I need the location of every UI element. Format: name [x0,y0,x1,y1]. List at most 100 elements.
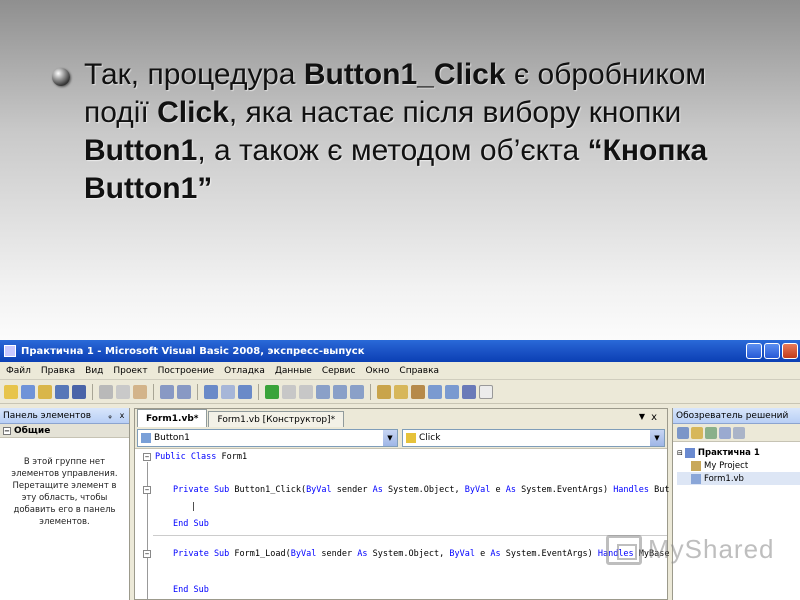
collapse-icon[interactable]: − [143,550,151,558]
paste-icon[interactable] [133,384,147,399]
toolbox-group-general[interactable]: − Общие [0,424,129,438]
menu-build[interactable]: Построение [158,366,215,376]
menu-help[interactable]: Справка [399,366,439,376]
object-combo-value: Button1 [154,432,190,443]
toolbox-icon[interactable] [411,384,425,399]
tree-item-my-project[interactable]: My Project [677,459,800,472]
start-page-icon[interactable] [462,384,476,399]
new-project-icon[interactable] [4,384,18,399]
code-line: End Sub [173,519,209,529]
toolbar [0,380,800,404]
button-icon [141,432,151,443]
step-into-icon[interactable] [316,384,330,399]
chevron-down-icon[interactable]: ▼ [383,429,397,446]
solution-toolbar [673,424,800,442]
watermark-logo: MyShared [606,534,775,565]
refresh-icon[interactable] [705,426,717,439]
code-line: Public Class Form1 [155,452,248,462]
code-line: Private Sub Form1_Load(ByVal sender As S… [173,549,670,559]
document-tabs: Form1.vb* Form1.vb [Конструктор]* ▼ x [135,409,667,427]
close-tab-icon[interactable]: x [651,412,657,423]
maximize-button[interactable] [764,343,780,359]
save-all-icon[interactable] [72,384,86,399]
app-icon [4,345,16,357]
start-debug-icon[interactable] [265,384,279,399]
solution-explorer-icon[interactable] [377,384,391,399]
tree-item-label: Практична 1 [697,447,760,458]
event-combo[interactable]: Click ▼ [402,428,665,447]
solution-explorer-panel: Обозреватель решений ⊟ Практична 1 My Pr… [672,408,800,600]
save-icon[interactable] [55,384,69,399]
view-code-icon[interactable] [719,426,731,439]
view-designer-icon[interactable] [733,426,745,439]
solution-explorer-title: Обозреватель решений [676,410,789,421]
menu-window[interactable]: Окно [365,366,389,376]
redo-icon[interactable] [221,384,235,399]
uncomment-icon[interactable] [177,384,191,399]
menu-debug[interactable]: Отладка [224,366,265,376]
menu-file[interactable]: Файл [6,366,31,376]
pin-icon[interactable]: ᵩ [105,411,115,421]
undo-icon[interactable] [204,384,218,399]
collapse-icon[interactable]: − [143,486,151,494]
open-file-icon[interactable] [38,384,52,399]
event-icon [406,432,416,443]
collapse-icon[interactable]: ⊟ [677,449,683,457]
close-button[interactable] [782,343,798,359]
bold-seg: Click [157,96,229,129]
menu-bar: Файл Правка Вид Проект Построение Отладк… [0,362,800,380]
tab-list-icon[interactable]: ▼ [639,412,645,421]
chevron-down-icon[interactable]: ▼ [650,429,664,446]
add-item-icon[interactable] [21,384,35,399]
menu-view[interactable]: Вид [85,366,103,376]
cut-icon[interactable] [99,384,113,399]
stop-icon[interactable] [299,384,313,399]
tab-form1-code[interactable]: Form1.vb* [137,409,208,427]
toolbar-separator [258,383,259,400]
code-line: Private Sub Button1_Click(ByVal sender A… [173,485,670,495]
event-combo-value: Click [419,432,441,443]
tree-item-form1[interactable]: Form1.vb [677,472,800,485]
show-all-files-icon[interactable] [691,426,703,439]
text-seg: , яка настає після вибору кнопки [228,96,682,129]
toolbar-separator [153,383,154,400]
copy-icon[interactable] [116,384,130,399]
toolbar-overflow-icon[interactable] [479,384,493,399]
step-over-icon[interactable] [333,384,347,399]
object-combo[interactable]: Button1 ▼ [137,428,398,447]
window-title: Практична 1 - Microsoft Visual Basic 200… [21,345,365,357]
error-list-icon[interactable] [445,384,459,399]
bullet-icon [52,68,70,86]
toolbox-panel: Панель элементов ᵩ x − Общие В этой груп… [0,408,130,600]
title-bar[interactable]: Практична 1 - Microsoft Visual Basic 200… [0,340,800,362]
bold-seg: Button1_Click [303,58,506,91]
collapse-icon[interactable]: − [3,426,11,435]
close-icon[interactable]: x [117,411,127,421]
form-icon [691,473,701,484]
code-area[interactable]: − Public Class Form1 − Private Sub Butto… [135,449,670,600]
method-separator [153,535,667,536]
collapse-icon[interactable]: − [143,453,151,461]
properties-icon[interactable] [394,384,408,399]
properties-icon[interactable] [677,426,689,439]
toolbox-empty-message: В этой группе нет элементов управления. … [11,457,118,527]
code-line: End Sub [173,585,209,595]
pause-icon[interactable] [282,384,296,399]
step-out-icon[interactable] [350,384,364,399]
slide-bullet: Так, процедура Button1_Click є обробнико… [52,56,772,208]
navigate-icon[interactable] [238,384,252,399]
menu-project[interactable]: Проект [113,366,147,376]
object-browser-icon[interactable] [428,384,442,399]
group-label: Общие [14,425,51,436]
menu-edit[interactable]: Правка [41,366,75,376]
tree-item-project[interactable]: ⊟ Практична 1 [677,446,800,459]
toolbar-separator [197,383,198,400]
tree-item-label: My Project [704,460,749,471]
menu-data[interactable]: Данные [275,366,312,376]
menu-tools[interactable]: Сервис [322,366,356,376]
minimize-button[interactable] [746,343,762,359]
tab-form1-designer[interactable]: Form1.vb [Конструктор]* [208,411,345,427]
comment-icon[interactable] [160,384,174,399]
text-seg: , а також є методом об’єкта [197,134,588,167]
watermark-icon [606,534,642,565]
